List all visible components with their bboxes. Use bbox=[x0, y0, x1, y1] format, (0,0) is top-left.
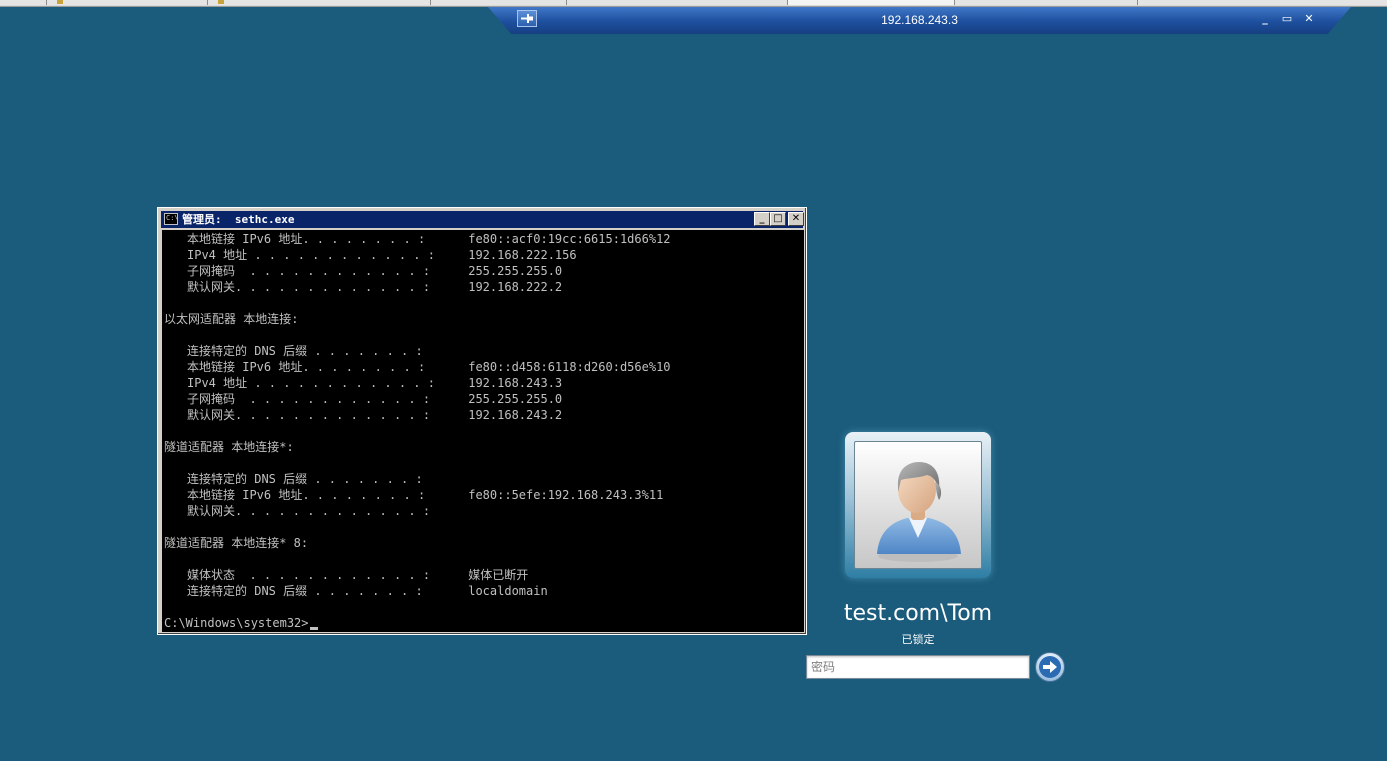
console-line: 本地链接 IPv6 地址. . . . . . . . : fe80::d458… bbox=[164, 359, 804, 375]
console-line: 连接特定的 DNS 后缀 . . . . . . . : bbox=[164, 471, 804, 487]
console-line: 连接特定的 DNS 后缀 . . . . . . . : localdomain bbox=[164, 583, 804, 599]
remote-desktop-screen: 192.168.243.3 _ ▭ ✕ C:\ 管理员: sethc.exe _… bbox=[0, 0, 1387, 761]
console-value: 192.168.243.3 bbox=[468, 376, 563, 390]
console-label: IPv4 地址 . . . . . . . . . . . . : bbox=[187, 376, 435, 390]
console-value: 255.255.255.0 bbox=[468, 264, 563, 278]
console-line: 子网掩码 . . . . . . . . . . . . : 255.255.2… bbox=[164, 263, 804, 279]
login-status: 已锁定 bbox=[901, 633, 935, 646]
console-value: 255.255.255.0 bbox=[468, 392, 563, 406]
console-line: IPv4 地址 . . . . . . . . . . . . : 192.16… bbox=[164, 247, 804, 263]
console-line: 子网掩码 . . . . . . . . . . . . : 255.255.2… bbox=[164, 391, 804, 407]
host-tab-active[interactable] bbox=[788, 0, 955, 5]
console-label: 默认网关. . . . . . . . . . . . . : bbox=[187, 408, 431, 422]
cmd-close-button[interactable]: ✕ bbox=[788, 212, 804, 226]
console-label: 子网掩码 . . . . . . . . . . . . : bbox=[187, 392, 431, 406]
cmd-minimize-button[interactable]: _ bbox=[754, 212, 770, 226]
host-tab[interactable] bbox=[208, 0, 431, 5]
user-tile-frame bbox=[854, 441, 982, 569]
console-label: 媒体状态 . . . . . . . . . . . . : bbox=[187, 568, 431, 582]
console-heading: 隧道适配器 本地连接*: bbox=[164, 440, 294, 454]
cmd-window: C:\ 管理员: sethc.exe _ □ ✕ 本地链接 IPv6 地址. .… bbox=[157, 207, 807, 635]
host-tab[interactable] bbox=[1138, 0, 1387, 5]
console-label: 默认网关. . . . . . . . . . . . . : bbox=[187, 504, 431, 518]
arrow-right-icon[interactable] bbox=[1035, 652, 1065, 682]
console-line: 本地链接 IPv6 地址. . . . . . . . : fe80::5efe… bbox=[164, 487, 804, 503]
host-tab[interactable] bbox=[955, 0, 1138, 5]
login-username: test.com\Tom bbox=[843, 601, 993, 626]
console-prompt-line[interactable]: C:\Windows\system32> bbox=[164, 615, 804, 631]
console-line: IPv4 地址 . . . . . . . . . . . . : 192.16… bbox=[164, 375, 804, 391]
console-value: 192.168.243.2 bbox=[468, 408, 563, 422]
console-value: fe80::d458:6118:d260:d56e%10 bbox=[468, 360, 671, 374]
console-prompt: C:\Windows\system32> bbox=[164, 616, 309, 630]
rdp-host-title: 192.168.243.3 bbox=[881, 13, 958, 27]
arrow-right-glyph bbox=[1039, 656, 1061, 678]
text-cursor bbox=[309, 627, 318, 630]
console-value: fe80::5efe:192.168.243.3%11 bbox=[468, 488, 664, 502]
console-label: 默认网关. . . . . . . . . . . . . : bbox=[187, 280, 431, 294]
cmd-icon[interactable]: C:\ bbox=[164, 213, 178, 225]
console-label: 本地链接 IPv6 地址. . . . . . . . : bbox=[187, 360, 426, 374]
console-value: fe80::acf0:19cc:6615:1d66%12 bbox=[468, 232, 671, 246]
console-heading: 隧道适配器 本地连接* 8: bbox=[164, 536, 309, 550]
close-button[interactable]: ✕ bbox=[1302, 11, 1316, 26]
host-tab[interactable] bbox=[0, 0, 47, 5]
cmd-titlebar[interactable]: C:\ 管理员: sethc.exe _ □ ✕ bbox=[161, 211, 804, 228]
console-line: 媒体状态 . . . . . . . . . . . . : 媒体已断开 bbox=[164, 567, 804, 583]
restore-button[interactable]: ▭ bbox=[1280, 11, 1294, 26]
console-line: 连接特定的 DNS 后缀 . . . . . . . : bbox=[164, 343, 804, 359]
host-tab[interactable] bbox=[431, 0, 567, 5]
user-avatar-icon bbox=[877, 462, 961, 562]
console-label: 连接特定的 DNS 后缀 . . . . . . . : bbox=[187, 344, 423, 358]
host-tab[interactable] bbox=[47, 0, 208, 5]
cmd-window-title: 管理员: sethc.exe bbox=[182, 213, 295, 226]
console-line: 默认网关. . . . . . . . . . . . . : 192.168.… bbox=[164, 279, 804, 295]
console-label: 连接特定的 DNS 后缀 . . . . . . . : bbox=[187, 584, 423, 598]
console-output[interactable]: 本地链接 IPv6 地址. . . . . . . . : fe80::acf0… bbox=[162, 230, 804, 632]
host-tab-strip bbox=[0, 0, 1387, 7]
console-label: 连接特定的 DNS 后缀 . . . . . . . : bbox=[187, 472, 423, 486]
tab-icon bbox=[218, 0, 224, 4]
console-value: 192.168.222.2 bbox=[468, 280, 563, 294]
console-line: 默认网关. . . . . . . . . . . . . : bbox=[164, 503, 804, 519]
console-label: 本地链接 IPv6 地址. . . . . . . . : bbox=[187, 232, 426, 246]
tab-icon bbox=[57, 0, 63, 4]
console-line: 默认网关. . . . . . . . . . . . . : 192.168.… bbox=[164, 407, 804, 423]
console-label: 本地链接 IPv6 地址. . . . . . . . : bbox=[187, 488, 426, 502]
console-value: 媒体已断开 bbox=[468, 568, 529, 582]
rdp-connection-bar: 192.168.243.3 _ ▭ ✕ bbox=[488, 7, 1351, 34]
console-label: IPv4 地址 . . . . . . . . . . . . : bbox=[187, 248, 435, 262]
user-tile[interactable] bbox=[845, 432, 991, 578]
console-value: 192.168.222.156 bbox=[468, 248, 577, 262]
host-tab[interactable] bbox=[567, 0, 788, 5]
console-value: localdomain bbox=[468, 584, 548, 598]
console-heading: 以太网适配器 本地连接: bbox=[164, 312, 299, 326]
password-field[interactable] bbox=[806, 655, 1030, 679]
cmd-maximize-button[interactable]: □ bbox=[770, 212, 786, 226]
minimize-button[interactable]: _ bbox=[1258, 11, 1272, 26]
console-line: 本地链接 IPv6 地址. . . . . . . . : fe80::acf0… bbox=[164, 231, 804, 247]
console-label: 子网掩码 . . . . . . . . . . . . : bbox=[187, 264, 431, 278]
